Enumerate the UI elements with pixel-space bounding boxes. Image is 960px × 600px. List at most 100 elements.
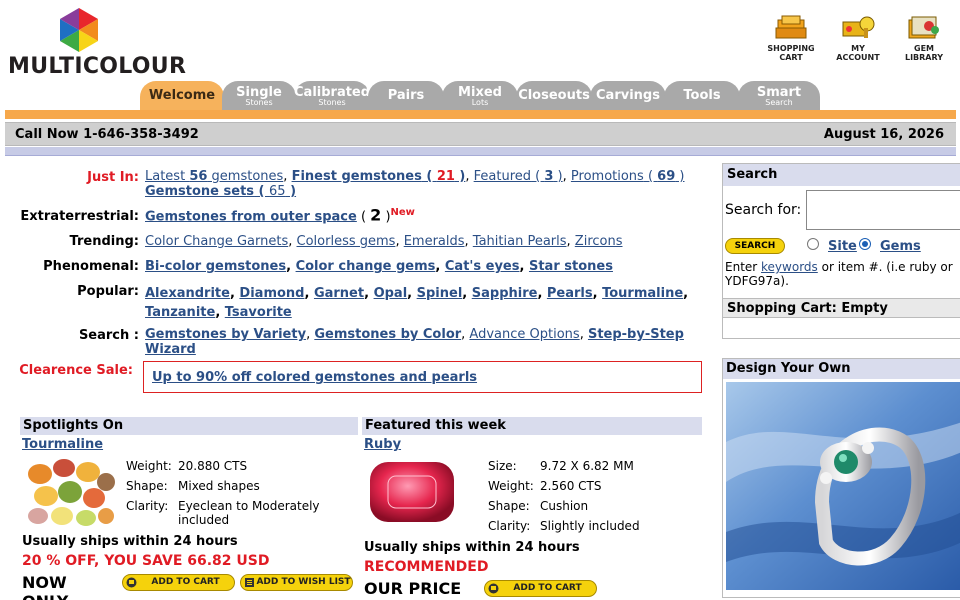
my-account-line1: MY	[851, 44, 865, 53]
featured-link[interactable]: Featured ( 3 )	[474, 169, 563, 184]
promotions-label: Promotions	[570, 169, 644, 184]
search-hint: Enter keywords or item #. (i.e ruby or Y…	[725, 260, 959, 288]
spotlight-add-to-wishlist-button[interactable]: ADD TO WISH LIST	[240, 574, 353, 591]
spotlight-specs: Weight: 20.880 CTS Shape: Mixed shapes Cla…	[126, 459, 358, 529]
current-date: August 16, 2026	[823, 127, 944, 142]
trending-link[interactable]: Colorless gems	[297, 234, 396, 249]
popular-link[interactable]: Tanzanite	[145, 305, 215, 320]
search-input[interactable]	[806, 190, 960, 230]
spec-key: Shape:	[126, 479, 168, 493]
tab-pairs[interactable]: Pairs	[368, 81, 444, 111]
latest-gemstones-link[interactable]: Latest 56 gemstones	[145, 169, 283, 184]
spec-value: 20.880 CTS	[178, 459, 248, 473]
multicolour-logo-icon[interactable]	[55, 6, 103, 54]
spec-key: Clarity:	[126, 499, 169, 513]
finest-count: 21	[436, 169, 455, 184]
outer-space-link[interactable]: Gemstones from outer space	[145, 209, 357, 224]
tab-label: Mixed	[458, 85, 502, 100]
trending-link[interactable]: Emeralds	[404, 234, 465, 249]
divider-bar	[5, 147, 956, 156]
popular-link[interactable]: Tourmaline	[602, 286, 683, 301]
trending-link[interactable]: Color Change Garnets	[145, 234, 288, 249]
spec-value: Cushion	[540, 499, 589, 513]
gems-radio[interactable]	[859, 238, 871, 250]
spotlight-add-to-cart-button[interactable]: ADD TO CART	[122, 574, 235, 591]
tab-label: Smart	[756, 85, 802, 100]
popular-link[interactable]: Alexandrite	[145, 286, 230, 301]
phenomenal-link[interactable]: Color change gems	[296, 259, 436, 274]
tab-label: Calibrated	[294, 85, 371, 100]
tab-label: Welcome	[148, 88, 216, 103]
tab-label: Carvings	[596, 88, 660, 103]
cart-value: Empty	[841, 301, 888, 316]
gem-library-link[interactable]: GEM LIBRARY	[894, 14, 954, 62]
site-option-label[interactable]: Site	[828, 239, 857, 254]
shopping-cart-line1: SHOPPING	[767, 44, 815, 53]
promotions-count: 69	[657, 169, 676, 184]
wishlist-icon	[245, 578, 254, 587]
just-in-label: Just In:	[87, 170, 139, 185]
tab-closeouts[interactable]: Closeouts	[516, 81, 592, 111]
tab-carvings[interactable]: Carvings	[590, 81, 666, 111]
cart-icon	[488, 583, 499, 594]
phenomenal-link[interactable]: Star stones	[529, 259, 613, 274]
tab-mixed-lots[interactable]: Mixed Lots	[442, 81, 518, 111]
popular-link[interactable]: Tsavorite	[225, 305, 292, 320]
tab-tools[interactable]: Tools	[664, 81, 740, 111]
ring-image[interactable]	[726, 382, 960, 590]
popular-link[interactable]: Opal	[374, 286, 408, 301]
popular-link[interactable]: Pearls	[547, 286, 593, 301]
spotlight-name-link[interactable]: Tourmaline	[22, 437, 103, 452]
search-button[interactable]: SEARCH	[725, 238, 785, 254]
trending-link[interactable]: Tahitian Pearls	[473, 234, 567, 249]
tab-smart-search[interactable]: Smart Search	[738, 81, 820, 111]
finest-gemstones-link[interactable]: Finest gemstones ( 21 )	[292, 169, 466, 184]
featured-name-link[interactable]: Ruby	[364, 437, 401, 452]
shopping-cart-status: Shopping Cart: Empty	[723, 298, 960, 318]
clearance-link[interactable]: Up to 90% off colored gemstones and pear…	[152, 370, 477, 385]
hint-pre: Enter	[725, 260, 762, 274]
search-link[interactable]: Gemstones by Variety	[145, 327, 306, 342]
search-for-label: Search for:	[725, 202, 802, 218]
ruby-image[interactable]	[366, 458, 458, 526]
spec-row: Size: 9.72 X 6.82 MM	[488, 459, 702, 479]
featured-add-to-cart-button[interactable]: ADD TO CART	[484, 580, 597, 597]
brand-wordmark[interactable]: MULTICOLOUR	[8, 54, 186, 79]
trending-link[interactable]: Zircons	[575, 234, 623, 249]
clearance-label: Clearence Sale:	[19, 363, 133, 378]
design-panel-heading: Design Your Own	[723, 359, 960, 379]
search-links: Gemstones by Variety, Gemstones by Color…	[145, 327, 684, 357]
shopping-cart-icon	[775, 15, 807, 39]
shopping-cart-link[interactable]: SHOPPING CART	[761, 14, 821, 62]
search-link[interactable]: Gemstones by Color	[314, 327, 461, 342]
tourmaline-image[interactable]	[24, 456, 116, 528]
gemstone-sets-link[interactable]: Gemstone sets ( 65 )	[145, 184, 296, 199]
popular-link[interactable]: Spinel	[417, 286, 463, 301]
promotions-link[interactable]: Promotions ( 69 )	[571, 169, 685, 184]
tab-label: Tools	[683, 88, 721, 103]
popular-link[interactable]: Diamond	[239, 286, 304, 301]
nav-underline-bar	[5, 110, 956, 119]
tab-single-stones[interactable]: Single Stones	[222, 81, 296, 111]
gem-library-line2: LIBRARY	[904, 53, 944, 62]
shopping-cart-line2: CART	[779, 53, 803, 62]
design-your-own-panel: Design Your Own	[722, 358, 960, 598]
search-link[interactable]: Advance Options	[469, 327, 579, 342]
latest-pre: Latest	[145, 169, 190, 184]
phenomenal-link[interactable]: Cat's eyes	[445, 259, 520, 274]
site-radio[interactable]	[807, 238, 819, 250]
gems-option-label[interactable]: Gems	[880, 239, 921, 254]
spotlight-price-label: NOW ONLY	[22, 573, 68, 600]
spec-row: Weight: 20.880 CTS	[126, 459, 358, 479]
phenomenal-link[interactable]: Bi-color gemstones	[145, 259, 286, 274]
spec-value: Mixed shapes	[178, 479, 260, 493]
popular-link[interactable]: Sapphire	[472, 286, 538, 301]
tab-calibrated-stones[interactable]: Calibrated Stones	[294, 81, 370, 111]
keywords-link[interactable]: keywords	[761, 260, 818, 274]
spec-value: Slightly included	[540, 519, 640, 533]
my-account-link[interactable]: MY ACCOUNT	[828, 14, 888, 62]
featured-heading: Featured this week	[362, 417, 702, 435]
popular-link[interactable]: Garnet	[314, 286, 364, 301]
spec-row: Shape: Mixed shapes	[126, 479, 358, 499]
tab-welcome[interactable]: Welcome	[140, 81, 224, 111]
